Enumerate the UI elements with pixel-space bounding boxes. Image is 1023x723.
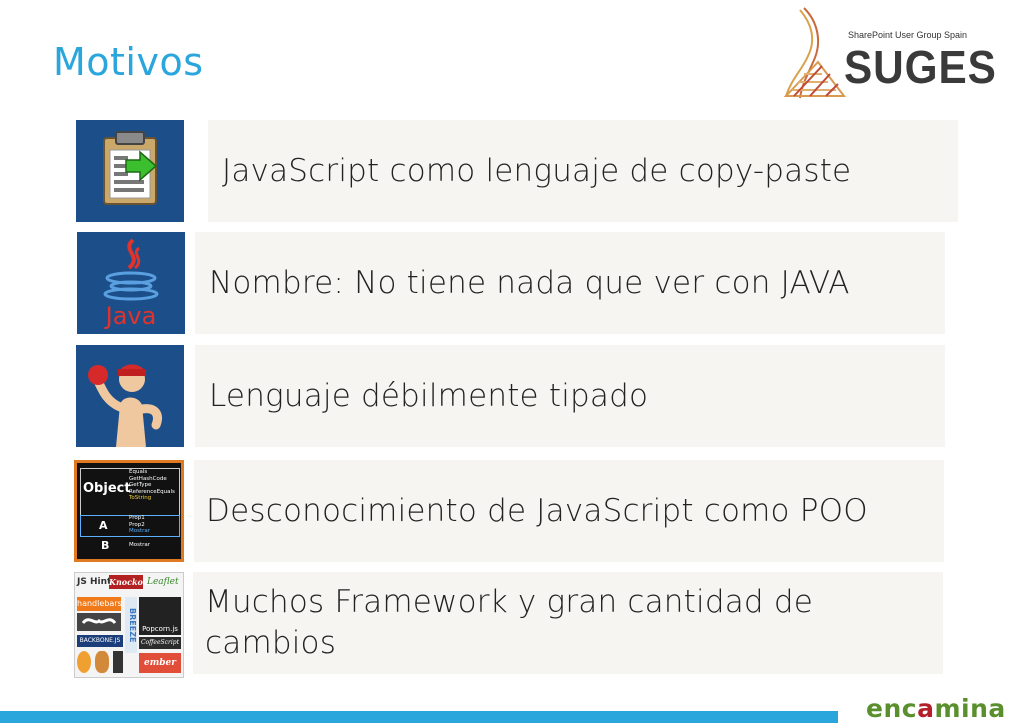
knockout-logo: Knockout: [109, 575, 153, 589]
object-diagram-icon: Object Equals GetHashCode GetType Refere…: [74, 460, 184, 562]
handlebars-logo: handlebars: [77, 597, 122, 611]
class-a-label: A: [99, 519, 108, 532]
class-b-label: B: [101, 539, 110, 552]
jshint-logo: JS Hint: [77, 577, 112, 587]
reason-item-1: JavaScript como lenguaje de copy-paste: [208, 120, 958, 222]
suges-logo: SharePoint User Group Spain SUGES: [782, 4, 996, 100]
class-b-member: Mostrar: [129, 542, 151, 548]
frameworks-collage-icon: JS Hint Knockout Leaflet handlebars BREE…: [74, 572, 184, 678]
object-label: Object: [83, 481, 131, 496]
reason-text: Nombre: No tiene nada que ver con JAVA: [209, 265, 850, 301]
class-a-member: Mostrar: [129, 528, 151, 534]
reason-item-2: Nombre: No tiene nada que ver con JAVA: [195, 232, 945, 334]
suges-brand: SUGES: [844, 41, 997, 93]
popcorn-logo: Popcorn.js: [139, 597, 181, 635]
object-method: ToString: [129, 495, 152, 501]
ember-logo: ember: [139, 653, 181, 673]
suges-tagline: SharePoint User Group Spain: [848, 30, 968, 40]
java-logo-icon: Java: [77, 232, 185, 334]
reason-item-5: Muchos Framework y gran cantidad de camb…: [193, 572, 943, 674]
reason-text: Desconocimiento de JavaScript como POO: [206, 493, 868, 529]
reason-item-3: Lenguaje débilmente tipado: [195, 345, 945, 447]
slide-title: Motivos: [53, 40, 204, 84]
encamina-logo: encamina: [866, 694, 1006, 723]
clipboard-paste-icon: [76, 120, 184, 222]
java-wordmark: Java: [104, 302, 157, 330]
footer-accent-bar: [0, 711, 838, 723]
reason-text: Muchos Framework y gran cantidad de camb…: [205, 584, 813, 661]
boxer-icon: [76, 345, 184, 447]
breeze-logo: BREEZE: [125, 597, 137, 653]
leaflet-logo: Leaflet: [147, 577, 179, 587]
reason-text: Lenguaje débilmente tipado: [209, 378, 649, 414]
backbone-logo: BACKBONE.JS: [77, 635, 123, 647]
reason-text: JavaScript como lenguaje de copy-paste: [222, 153, 852, 189]
reason-item-4: Desconocimiento de JavaScript como POO: [194, 460, 944, 562]
coffeescript-logo: CoffeeScript: [139, 637, 181, 649]
suges-emblem-icon: [783, 7, 847, 99]
